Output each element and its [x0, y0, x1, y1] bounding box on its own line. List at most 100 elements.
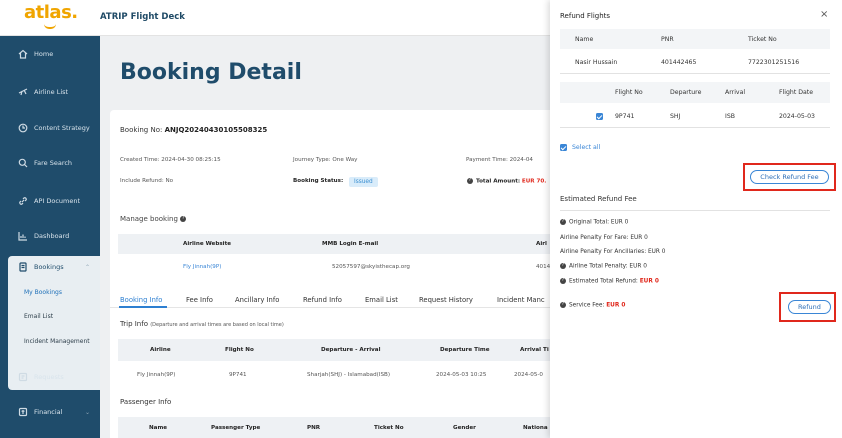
trip-header-departure-arrival: Departure - Arrival	[321, 347, 381, 353]
sidebar-item-requests[interactable]: Requests	[0, 367, 100, 387]
estimated-refund-title: Estimated Refund Fee	[560, 195, 637, 203]
service-fee-label: Service Fee:	[569, 302, 605, 309]
check-refund-fee-button[interactable]: Check Refund Fee	[750, 170, 829, 184]
tabs-divider	[110, 307, 550, 308]
financial-icon	[18, 407, 28, 417]
search-icon	[18, 158, 28, 168]
pax-header-name: Name	[149, 425, 168, 431]
payment-time: Payment Time: 2024-04	[466, 157, 533, 163]
header-mmb-login: MMB Login E-mail	[322, 241, 379, 247]
app-title: ATRIP Flight Deck	[100, 12, 185, 22]
refund-cell-name: Nasir Hussain	[575, 59, 618, 66]
active-tab-indicator	[119, 306, 167, 308]
sidebar-item-airline-list[interactable]: Airline List	[0, 82, 100, 102]
flight-cell-arrival: ISB	[725, 113, 735, 120]
help-icon: ?	[560, 278, 566, 284]
passenger-info-title: Passenger Info	[120, 398, 172, 406]
tab-fee-info[interactable]: Fee Info	[186, 296, 213, 304]
sidebar-item-bookings[interactable]: Bookings ⌃	[0, 257, 100, 277]
booking-number: Booking No: ANJQ20240430105508325	[120, 126, 267, 134]
header-airline-website: Airline Website	[183, 241, 232, 247]
booking-number-value: ANJQ20240430105508325	[164, 126, 268, 134]
airline-website-link[interactable]: Fly Jinnah(9P)	[183, 264, 221, 270]
sidebar-subitem-my-bookings[interactable]: My Bookings	[24, 289, 62, 296]
section-divider	[560, 210, 830, 211]
tab-refund-info[interactable]: Refund Info	[303, 296, 342, 304]
sidebar-item-label: Dashboard	[34, 232, 70, 240]
tab-email-list[interactable]: Email List	[365, 296, 398, 304]
penalty-ancillaries: Airline Penalty For Ancillaries: EUR 0	[560, 249, 666, 255]
service-fee-value: EUR 0	[606, 302, 626, 309]
mmb-login-email: 52057597@skyisthecap.org	[332, 264, 410, 270]
sidebar-subitem-email-list[interactable]: Email List	[24, 313, 53, 320]
close-icon[interactable]: ×	[820, 9, 828, 20]
total-penalty: ? Airline Total Penalty: EUR 0	[560, 263, 647, 270]
sidebar-subitem-incident-management[interactable]: Incident Management	[24, 338, 90, 345]
help-icon: ?	[180, 216, 187, 222]
help-icon: ?	[560, 302, 566, 308]
refund-header-ticket: Ticket No	[748, 36, 777, 43]
trip-header-departure-time: Departure Time	[440, 347, 490, 353]
select-all-checkbox[interactable]	[560, 144, 567, 151]
sidebar-item-fare-search[interactable]: Fare Search	[0, 153, 100, 173]
sidebar-item-label: API Document	[34, 197, 81, 205]
refund-cell-pnr: 401442465	[661, 59, 697, 66]
sidebar-item-financial[interactable]: Financial ⌄	[0, 402, 100, 422]
row-divider	[560, 73, 830, 74]
link-icon	[18, 196, 28, 206]
booking-status-label: Booking Status:	[293, 178, 344, 184]
tab-booking-info[interactable]: Booking Info	[120, 296, 162, 304]
main-content: Booking Detail Booking No: ANJQ202404301…	[100, 36, 550, 438]
sidebar-item-api-document[interactable]: API Document	[0, 191, 100, 211]
est-total-value: EUR 0	[639, 278, 659, 285]
journey-type: Journey Type: One Way	[293, 157, 358, 163]
trip-info-label: Trip Info	[120, 320, 148, 328]
select-all-label[interactable]: Select all	[572, 144, 600, 151]
passenger-table-header	[118, 417, 550, 438]
trip-info-note: (Departure and arrival times are based o…	[150, 322, 284, 328]
total-amount: ? Total Amount: EUR 70.	[467, 178, 546, 185]
total-amount-label: Total Amount:	[476, 178, 521, 185]
tab-ancillary-info[interactable]: Ancillary Info	[235, 296, 279, 304]
atlas-logo[interactable]: atlas.	[24, 2, 78, 23]
refund-button[interactable]: Refund	[788, 300, 831, 314]
tab-incident-management[interactable]: Incident Manc	[497, 296, 545, 304]
airline-pnr-value: 4014	[536, 264, 551, 270]
flight-cell-departure: SHJ	[670, 113, 681, 120]
tab-request-history[interactable]: Request History	[419, 296, 473, 304]
original-total-text: Original Total: EUR 0	[569, 219, 629, 226]
sidebar: Home Airline List Content Strategy Fare …	[0, 36, 100, 438]
sidebar-item-label: Bookings	[34, 263, 64, 271]
logo-smile	[44, 24, 56, 29]
sidebar-item-home[interactable]: Home	[0, 44, 100, 64]
flight-row-checkbox[interactable]	[596, 113, 603, 120]
refund-cell-ticket: 7722301251516	[748, 59, 800, 66]
refund-header-name: Name	[575, 36, 594, 43]
sidebar-item-dashboard[interactable]: Dashboard	[0, 226, 100, 246]
trip-header-arrival-time: Arrival Ti	[520, 347, 549, 353]
status-badge: Issued	[349, 177, 378, 187]
flight-header-departure: Departure	[670, 89, 702, 96]
sidebar-item-label: Fare Search	[34, 159, 73, 167]
flight-cell-date: 2024-05-03	[779, 113, 815, 120]
pax-header-type: Passenger Type	[211, 425, 261, 431]
bookings-icon	[18, 262, 28, 272]
header-airline-pnr: Airl	[536, 241, 547, 247]
total-penalty-text: Airline Total Penalty: EUR 0	[569, 263, 647, 270]
include-refund: Include Refund: No	[120, 178, 174, 184]
trip-cell-arrival-time: 2024-05-0	[514, 372, 543, 378]
sidebar-item-content-strategy[interactable]: Content Strategy	[0, 118, 100, 138]
pax-header-pnr: PNR	[307, 425, 321, 431]
trip-header-flight-no: Flight No	[225, 347, 254, 353]
help-icon: ?	[560, 263, 566, 269]
manage-booking-title: Manage booking ?	[120, 215, 189, 223]
pax-header-nationality: Nationa	[523, 425, 548, 431]
flight-header-date: Flight Date	[779, 89, 814, 96]
est-total-label: Estimated Total Refund:	[569, 278, 638, 285]
chart-icon	[18, 231, 28, 241]
pax-header-ticket-no: Ticket No	[374, 425, 404, 431]
trip-header-airline: Airline	[150, 347, 171, 353]
chevron-down-icon: ⌄	[84, 408, 90, 416]
refund-header-pnr: PNR	[661, 36, 674, 43]
total-amount-value: EUR 70.	[521, 178, 547, 185]
